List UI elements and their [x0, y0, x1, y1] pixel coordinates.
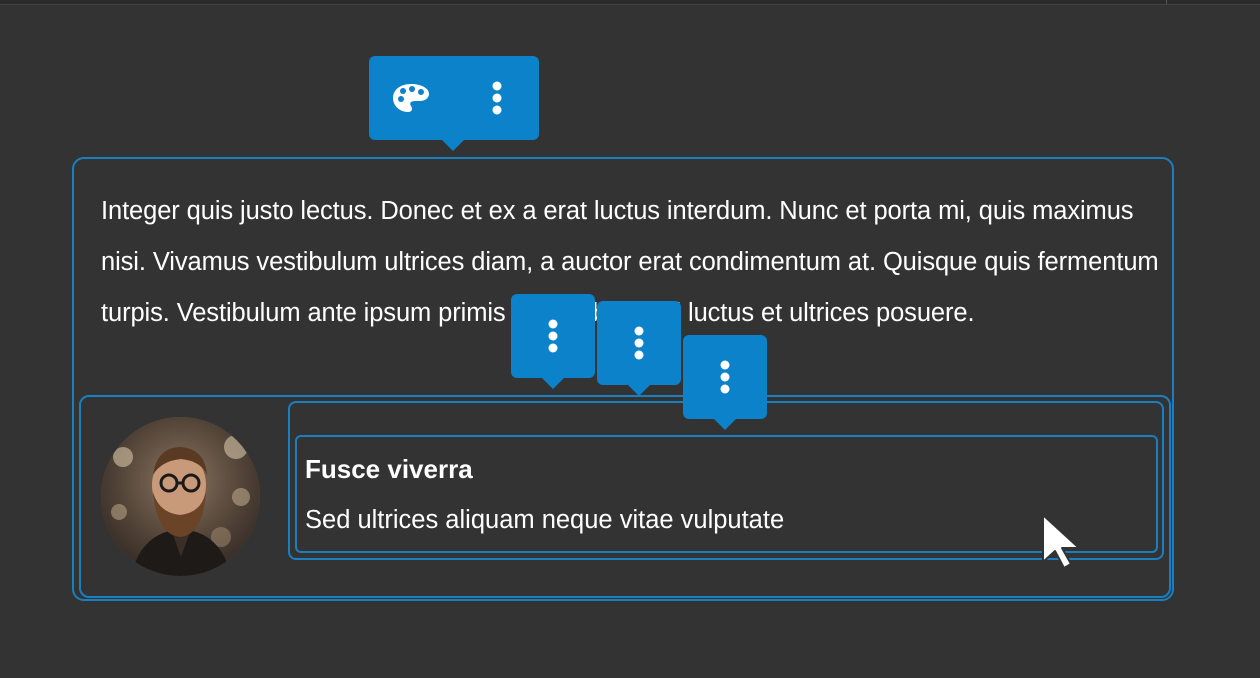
heading-text[interactable]: Fusce viverra	[305, 452, 473, 486]
style-button[interactable]	[387, 56, 435, 140]
more-vertical-icon	[634, 326, 644, 360]
avatar-photo	[101, 417, 260, 576]
more-vertical-icon	[492, 81, 502, 115]
editor-canvas: Integer quis justo lectus. Donec et ex a…	[0, 0, 1260, 678]
more-vertical-icon	[720, 360, 730, 394]
more-vertical-icon	[548, 319, 558, 353]
palette-icon	[393, 84, 429, 112]
mouse-pointer-icon	[1042, 514, 1080, 569]
body-text[interactable]: Sed ultrices aliquam neque vitae vulputa…	[305, 503, 784, 537]
block-toolbar-main	[369, 56, 539, 151]
column-block-options-button[interactable]	[597, 301, 681, 396]
avatar-image[interactable]	[101, 417, 260, 576]
window-top-edge	[0, 0, 1260, 5]
more-options-button[interactable]	[473, 56, 521, 140]
text-block-options-button[interactable]	[683, 335, 767, 430]
top-edge-divider	[1166, 0, 1167, 4]
row-block-options-button[interactable]	[511, 294, 595, 389]
